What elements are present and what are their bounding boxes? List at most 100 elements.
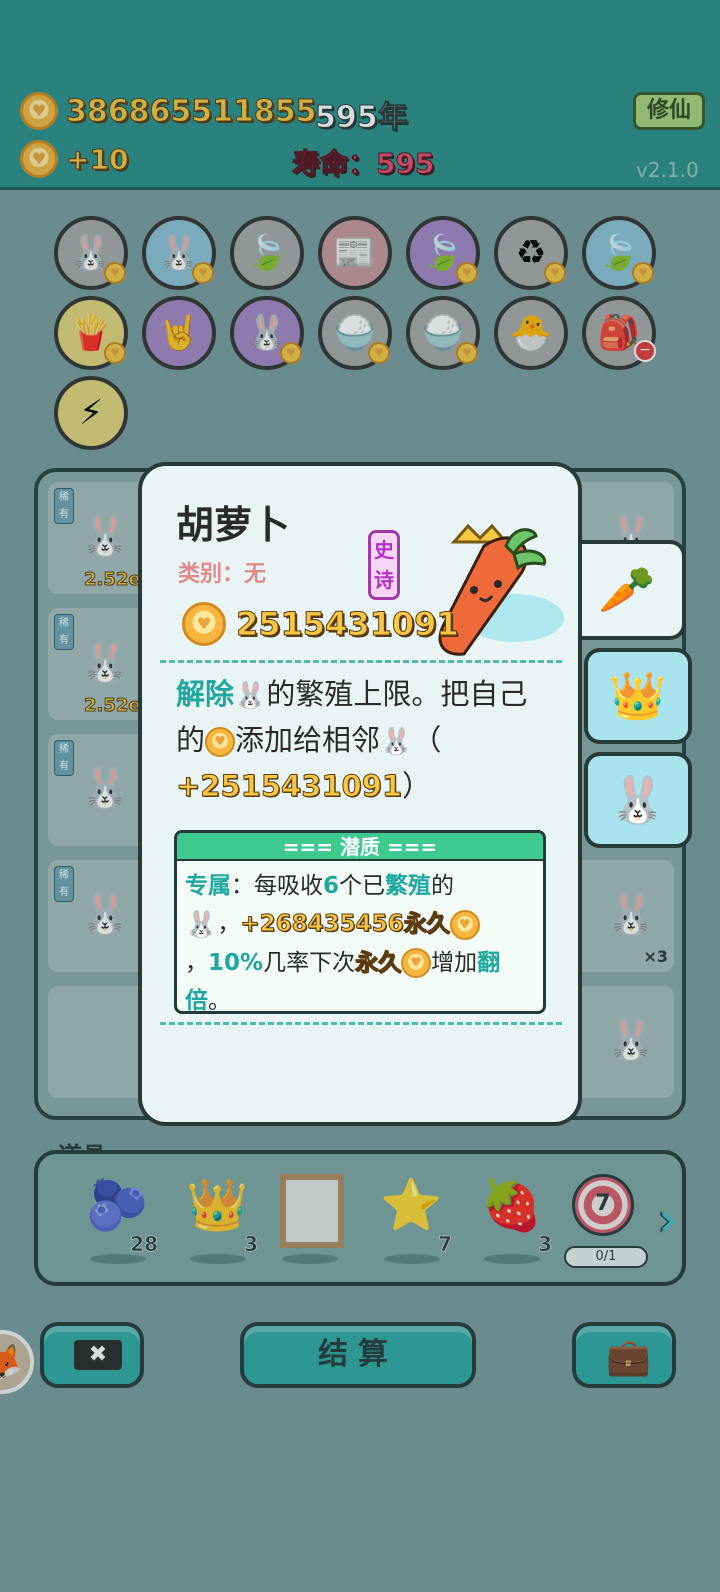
grid-symbol-leaf[interactable]: 🍃 ♥ <box>406 216 480 290</box>
target-progress: 0/1 <box>564 1246 648 1268</box>
coin-badge-icon: ♥ <box>104 262 126 284</box>
grid-symbol-bunny[interactable]: 🐰 ♥ <box>142 216 216 290</box>
item-title: 胡萝卜 <box>176 503 291 547</box>
blueberry-icon: 🫐 <box>86 1176 149 1234</box>
bunny-icon: 🐰 <box>80 639 130 685</box>
coin-badge-icon: ♥ <box>632 262 654 284</box>
grid-symbol-lightning[interactable]: ⚡ <box>54 376 128 450</box>
coin-badge-icon: ♥ <box>456 342 478 364</box>
item-shadow <box>384 1254 440 1264</box>
grid-symbol-fries[interactable]: 🍟 ♥ <box>54 296 128 370</box>
money-value: 386865511855 <box>66 93 317 129</box>
xiuxian-button[interactable]: 修仙 <box>633 92 705 130</box>
bunny-icon: 🐰 <box>185 909 218 940</box>
item-shadow <box>190 1254 246 1264</box>
grid-symbol-leaf[interactable]: 🍃 ♥ <box>582 216 656 290</box>
bunny-icon: 🐰 <box>606 1017 656 1063</box>
grid-symbol-rice-bowl[interactable]: 🍚 ♥ <box>406 296 480 370</box>
board-slot[interactable]: 稀有 🐰 <box>48 734 148 846</box>
chick-egg-icon: 🐣 <box>509 313 553 353</box>
coin-badge-icon: ♥ <box>456 262 478 284</box>
multiplier-label: ×3 <box>643 947 668 966</box>
potential-box: === 潜质 === 专属：每吸收6个已繁殖的 🐰，+268435456永久 ，… <box>174 830 546 1014</box>
board-slot[interactable]: 🐰 ×3 <box>574 860 674 972</box>
bunny-icon: 🐰 <box>606 891 656 937</box>
briefcase-icon: 💼 <box>606 1337 651 1378</box>
settle-button[interactable]: 结算 <box>240 1322 476 1388</box>
strawberry-icon: 🍓 <box>480 1176 543 1234</box>
coin-badge-icon: ♥ <box>544 262 566 284</box>
coin-badge-icon: ♥ <box>104 342 126 364</box>
next-arrow-icon[interactable]: › <box>658 1192 688 1252</box>
board-slot[interactable] <box>48 986 148 1098</box>
rarity-tag: 稀有 <box>54 740 74 776</box>
money-row: 386865511855 <box>20 90 317 132</box>
item-blueberry[interactable]: 🫐 28 <box>78 1172 158 1264</box>
item-category: 类别：无 <box>178 562 267 587</box>
tab-crown[interactable]: 👑 <box>584 648 692 744</box>
coin-icon <box>449 909 480 940</box>
coin-badge-icon: ♥ <box>192 262 214 284</box>
coin-icon <box>20 92 58 130</box>
minus-badge-icon: − <box>634 340 656 362</box>
close-button[interactable]: ✖ <box>40 1322 144 1388</box>
grid-symbol-bunny[interactable]: 🐰 ♥ <box>230 296 304 370</box>
time-magazine-icon: 📰 <box>333 233 377 273</box>
item-value-row: 2515431091 <box>182 602 459 646</box>
board-slot[interactable]: 稀有 🐰 2.52e <box>48 482 148 594</box>
grid-symbol-recycle[interactable]: ♻ ♥ <box>494 216 568 290</box>
coin-icon <box>182 602 226 646</box>
board-slot[interactable]: 🐰 <box>574 986 674 1098</box>
target-icon: 7 <box>572 1174 634 1236</box>
income-row: +10 <box>20 140 129 178</box>
grid-symbol-bunny[interactable]: 🐰 ♥ <box>54 216 128 290</box>
slot-value: 2.52e <box>84 569 142 591</box>
years-value: 595年 <box>315 100 409 136</box>
carrot-icon: 🥕 <box>598 562 656 617</box>
item-target[interactable]: 7 0/1 <box>562 1172 648 1268</box>
item-frame[interactable] <box>270 1172 350 1264</box>
divider <box>160 1022 562 1025</box>
items-bar: 🫐 28 👑 3 ⭐ 7 🍓 3 7 0/1 › <box>34 1150 686 1286</box>
item-crown[interactable]: 👑 3 <box>178 1172 258 1264</box>
grid-symbol-sack[interactable]: 🎒 − <box>582 296 656 370</box>
leaf-icon: 🍃 <box>245 233 289 273</box>
rarity-tag: 稀有 <box>54 866 74 902</box>
lifespan-value: 寿命：595 <box>291 147 435 181</box>
item-value: 2515431091 <box>236 605 460 644</box>
item-count: 7 <box>438 1232 452 1257</box>
inventory-button[interactable]: 💼 <box>572 1322 676 1388</box>
item-description: 解除🐰的繁殖上限。把自己的添加给相邻🐰（ +2515431091） <box>175 672 546 808</box>
tab-carrot[interactable]: 🥕 <box>572 540 686 640</box>
grid-symbol-chick-egg[interactable]: 🐣 <box>494 296 568 370</box>
potential-text: 专属：每吸收6个已繁殖的 🐰，+268435456永久 ，10%几率下次永久增加… <box>177 861 543 1011</box>
item-strawberry[interactable]: 🍓 3 <box>472 1172 552 1264</box>
income-value: +10 <box>65 142 129 176</box>
lightning-icon: ⚡ <box>79 393 103 433</box>
board-slot[interactable]: 稀有 🐰 <box>48 860 148 972</box>
avatar[interactable]: 🦊 <box>0 1330 34 1394</box>
item-count: 3 <box>244 1232 258 1257</box>
item-count: 28 <box>130 1232 158 1257</box>
bunny-icon: 🐰 <box>80 891 130 937</box>
item-detail-popup: 胡萝卜 类别：无 史诗 2515431091 解除🐰的繁殖上限。把自己的添加给相… <box>138 462 582 1126</box>
item-shadow <box>484 1254 540 1264</box>
slot-value: 2.52e <box>84 695 142 717</box>
rock-hand-icon: 🤘 <box>157 313 201 353</box>
bunny-icon: 🐰 <box>80 765 130 811</box>
item-shadow <box>282 1254 338 1264</box>
board-slot[interactable]: 稀有 🐰 2.52e <box>48 608 148 720</box>
item-star[interactable]: ⭐ 7 <box>372 1172 452 1264</box>
top-bar: 386865511855 595年 +10 寿命：595 修仙 v2.1.0 <box>0 0 720 190</box>
version-label: v2.1.0 <box>636 158 699 182</box>
grid-symbol-rock-hand[interactable]: 🤘 <box>142 296 216 370</box>
crown-icon: 👑 <box>186 1176 249 1234</box>
rarity-tag: 稀有 <box>54 614 74 650</box>
item-count: 3 <box>538 1232 552 1257</box>
grid-symbol-time-magazine[interactable]: 📰 <box>318 216 392 290</box>
coin-badge-icon: ♥ <box>368 342 390 364</box>
grid-symbol-leaf[interactable]: 🍃 <box>230 216 304 290</box>
star-icon: ⭐ <box>380 1176 443 1234</box>
grid-symbol-rice-bowl[interactable]: 🍚 ♥ <box>318 296 392 370</box>
tab-bunny[interactable]: 🐰 <box>584 752 692 848</box>
